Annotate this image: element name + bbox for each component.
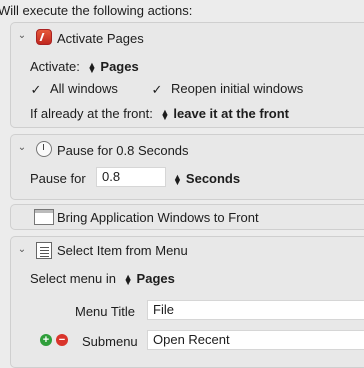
app-select-value: Pages: [100, 59, 139, 74]
updown-arrows-icon: ▲ ▼: [160, 106, 170, 122]
action-activate-pages[interactable]: ⌄ Activate Pages Activate: ▲ ▼ Pages ✓ All …: [10, 22, 364, 128]
checkmark-icon: ✓: [30, 82, 42, 97]
action-select-menu-item[interactable]: ⌄ Select Item from Menu Select menu in ▲…: [10, 236, 364, 368]
select-menu-row: Select menu in ▲ ▼ Pages: [30, 271, 175, 286]
updown-arrows-icon: ▲ ▼: [87, 59, 97, 75]
remove-submenu-icon[interactable]: −: [56, 334, 68, 346]
pages-app-icon: [36, 29, 52, 45]
all-windows-checkbox[interactable]: ✓ All windows: [30, 81, 118, 96]
disclosure-chevron-icon[interactable]: ⌄: [17, 245, 27, 255]
add-submenu-icon[interactable]: +: [40, 334, 52, 346]
updown-arrows-icon: ▲ ▼: [173, 171, 182, 187]
front-label: If already at the front:: [30, 106, 153, 121]
menu-app-select[interactable]: ▲ ▼ Pages: [124, 271, 175, 286]
disclosure-chevron-icon[interactable]: ⌄: [17, 143, 27, 153]
select-menu-label: Select menu in: [30, 271, 116, 286]
window-icon: [34, 209, 54, 225]
app-select[interactable]: ▲ ▼ Pages: [87, 59, 138, 74]
menu-title-field[interactable]: File: [147, 300, 364, 320]
time-unit-value: Seconds: [185, 171, 241, 186]
front-behavior-row: If already at the front: ▲ ▼ leave it at t…: [30, 106, 289, 121]
action-title: Select Item from Menu: [57, 243, 188, 258]
time-unit-select[interactable]: ▲ ▼ Seconds: [173, 171, 240, 186]
activate-app-row: Activate: ▲ ▼ Pages: [30, 59, 139, 74]
menu-app-value: Pages: [136, 271, 175, 286]
front-behavior-select[interactable]: ▲ ▼ leave it at the front: [160, 106, 289, 121]
checkmark-icon: ✓: [151, 82, 163, 97]
submenu-field[interactable]: Open Recent: [147, 330, 364, 350]
action-pause[interactable]: ⌄ Pause for 0.8 Seconds Pause for 0.8 ▲ ▼…: [10, 134, 364, 200]
front-behavior-value: leave it at the front: [173, 106, 289, 121]
updown-arrows-icon: ▲ ▼: [123, 271, 133, 287]
activate-label: Activate:: [30, 59, 80, 74]
reopen-windows-label: Reopen initial windows: [171, 81, 304, 96]
action-title: Bring Application Windows to Front: [57, 210, 259, 225]
disclosure-chevron-icon[interactable]: ⌄: [17, 31, 27, 41]
pause-label: Pause for: [30, 171, 86, 186]
pause-duration-field[interactable]: 0.8: [96, 167, 166, 187]
action-bring-windows[interactable]: Bring Application Windows to Front: [10, 204, 364, 230]
action-title: Activate Pages: [57, 31, 144, 46]
menu-icon: [36, 242, 52, 259]
header-text: Will execute the following actions:: [0, 3, 193, 18]
action-title: Pause for 0.8 Seconds: [57, 143, 189, 158]
clock-icon: [36, 141, 52, 157]
menu-title-label: Menu Title: [75, 304, 135, 319]
reopen-windows-checkbox[interactable]: ✓ Reopen initial windows: [151, 81, 304, 97]
all-windows-label: All windows: [50, 81, 118, 96]
submenu-label: Submenu: [82, 334, 138, 349]
